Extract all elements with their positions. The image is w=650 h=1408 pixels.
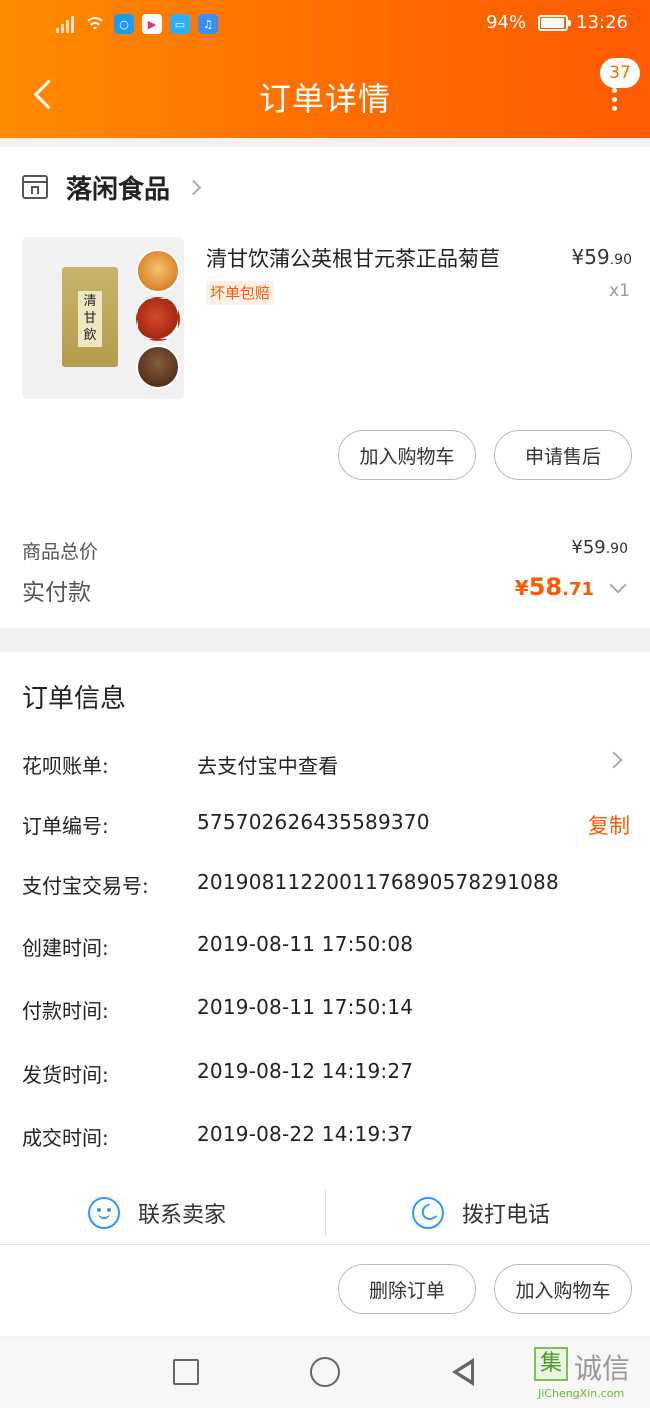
copy-order-number-button[interactable]: 复制 — [588, 810, 630, 840]
order-info-card: 订单信息 花呗账单: 去支付宝中查看 订单编号: 575702626435589… — [0, 652, 650, 1336]
package-label: 清甘飲 — [83, 294, 97, 343]
created-time-row: 创建时间: 2019-08-11 17:50:08 — [22, 932, 630, 962]
chevron-right-icon — [185, 179, 202, 195]
app-header: ○ ▶ ▭ ♫ 94% 13:26 订单详情 37 — [0, 0, 650, 138]
order-number: 575702626435589370 — [197, 810, 430, 834]
phone-icon — [412, 1197, 444, 1229]
cellular-signal-icon — [56, 15, 76, 33]
youku-app-icon: ▶ — [142, 14, 162, 34]
alipay-trade-number: 2019081122001176890578291088 — [197, 870, 559, 894]
paid-label: 实付款 — [22, 580, 91, 606]
store-icon — [22, 175, 48, 199]
system-navigation-bar: 集 诚信 JiChengXin.com — [0, 1337, 650, 1408]
product-image[interactable]: 清甘飲 — [22, 237, 184, 399]
guarantee-tag: 坏单包赔 — [206, 281, 275, 305]
info-value: 2019-08-22 14:19:37 — [197, 1122, 414, 1146]
lightbulb-app-icon: ○ — [114, 14, 134, 34]
divider — [325, 1190, 326, 1236]
battery-percent: 94% — [486, 12, 527, 33]
add-to-cart-button[interactable]: 加入购物车 — [338, 430, 476, 480]
book-app-icon: ▭ — [170, 14, 190, 34]
system-back-button[interactable] — [448, 1355, 478, 1389]
battery-icon — [538, 14, 572, 31]
info-key: 发货时间: — [22, 1063, 109, 1087]
info-value: 2019-08-12 14:19:27 — [197, 1059, 414, 1083]
order-number-row: 订单编号: 575702626435589370 复制 — [22, 810, 630, 840]
product-price: ¥59.90 — [571, 245, 632, 269]
info-key: 订单编号: — [22, 814, 109, 838]
bottom-add-to-cart-button[interactable]: 加入购物车 — [494, 1264, 632, 1314]
divider — [0, 1244, 650, 1245]
delete-order-button[interactable]: 删除订单 — [338, 1264, 476, 1314]
clock: 13:26 — [576, 12, 628, 33]
info-key: 花呗账单: — [22, 754, 109, 778]
herb-bowl-graphic — [136, 345, 180, 389]
contact-seller-button[interactable]: 联系卖家 — [88, 1182, 226, 1244]
after-sale-button[interactable]: 申请售后 — [494, 430, 632, 480]
status-right: 94% 13:26 — [486, 12, 628, 33]
paid-amount: ¥58.71 — [514, 573, 594, 601]
paid-time-row: 付款时间: 2019-08-11 17:50:14 — [22, 995, 630, 1025]
call-phone-button[interactable]: 拨打电话 — [412, 1182, 550, 1244]
info-value: 2019-08-11 17:50:08 — [197, 932, 414, 956]
alipay-trade-row: 支付宝交易号: 2019081122001176890578291088 — [22, 870, 630, 900]
subtotal-value: ¥59.90 — [571, 537, 628, 558]
tea-package-graphic: 清甘飲 — [62, 267, 118, 367]
wifi-icon — [84, 15, 106, 33]
status-bar: ○ ▶ ▭ ♫ 94% 13:26 — [0, 0, 650, 50]
music-app-icon: ♫ — [198, 14, 218, 34]
chevron-right-icon — [605, 751, 623, 769]
order-product-card: 落闲食品 清甘飲 清甘饮蒲公英根甘元茶正品菊苣 坏单包赔 ¥59.90 x1 加… — [0, 147, 650, 628]
status-left-icons: ○ ▶ ▭ ♫ — [56, 14, 218, 34]
info-key: 创建时间: — [22, 936, 109, 960]
watermark-logo: 集 诚信 JiChengXin.com — [534, 1347, 646, 1403]
deal-time-row: 成交时间: 2019-08-22 14:19:37 — [22, 1122, 630, 1152]
info-key: 支付宝交易号: — [22, 874, 149, 898]
order-info-title: 订单信息 — [22, 684, 127, 714]
chat-smile-icon — [88, 1197, 120, 1229]
info-key: 成交时间: — [22, 1126, 109, 1150]
tea-cup-graphic — [136, 249, 180, 293]
recent-apps-button[interactable] — [173, 1359, 199, 1385]
shipped-time-row: 发货时间: 2019-08-12 14:19:27 — [22, 1059, 630, 1089]
shop-link[interactable]: 落闲食品 — [22, 169, 202, 205]
expand-price-detail-icon[interactable] — [609, 576, 627, 594]
message-count-badge: 37 — [600, 58, 640, 88]
huabei-bill-row[interactable]: 花呗账单: 去支付宝中查看 — [22, 750, 630, 780]
info-value: 2019-08-11 17:50:14 — [197, 995, 414, 1019]
product-name[interactable]: 清甘饮蒲公英根甘元茶正品菊苣 — [206, 243, 500, 273]
info-key: 付款时间: — [22, 999, 109, 1023]
call-phone-label: 拨打电话 — [462, 1203, 551, 1228]
more-options-button[interactable] — [604, 88, 624, 112]
product-quantity: x1 — [609, 281, 630, 301]
contact-seller-label: 联系卖家 — [138, 1203, 227, 1228]
contact-bar: 联系卖家 拨打电话 — [0, 1182, 650, 1244]
page-title: 订单详情 — [258, 80, 391, 118]
home-button[interactable] — [310, 1357, 340, 1387]
liver-graphic — [136, 297, 180, 341]
shop-name: 落闲食品 — [66, 174, 171, 205]
subtotal-label: 商品总价 — [22, 541, 99, 563]
info-value: 去支付宝中查看 — [197, 754, 339, 778]
